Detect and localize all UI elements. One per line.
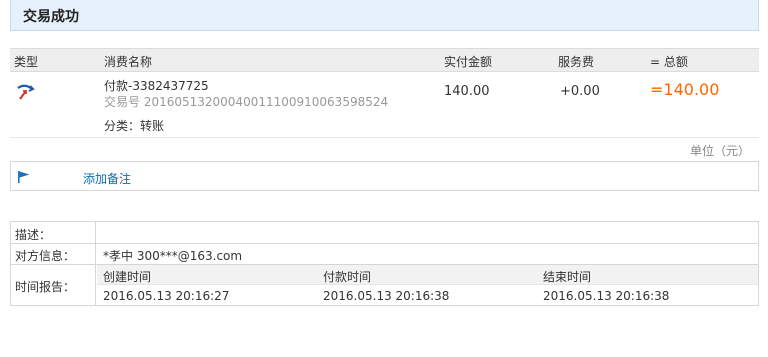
add-memo-link[interactable]: 添加备注 [83, 170, 131, 187]
created-time-value: 2016.05.13 20:16:27 [103, 289, 230, 303]
table-row: 付款-3382437725 交易号 2016051320004001110091… [10, 72, 759, 138]
end-time-value: 2016.05.13 20:16:38 [543, 289, 670, 303]
transfer-icon [17, 84, 35, 100]
time-report-label: 时间报告： [15, 280, 76, 294]
total-amount: =140.00 [650, 80, 720, 99]
counterparty-label: 对方信息： [15, 249, 76, 263]
unit-note: 单位（元） [689, 144, 750, 158]
header-name: 消费名称 [104, 55, 153, 69]
paid-time-header: 付款时间 [323, 270, 372, 284]
payment-name: 付款-3382437725 [104, 79, 209, 93]
detail-table: 描述： 对方信息： *孝中 300***@163.com 时间报告： 创建时间 … [10, 221, 759, 306]
paid-time-value: 2016.05.13 20:16:38 [323, 289, 450, 303]
end-time-header: 结束时间 [543, 270, 592, 284]
time-subheader: 创建时间 付款时间 结束时间 [97, 265, 758, 285]
memo-bar: 添加备注 [10, 161, 759, 191]
counterparty-value: *孝中 300***@163.com [103, 249, 243, 263]
service-fee: +0.00 [560, 84, 600, 99]
header-fee: 服务费 [558, 55, 595, 69]
header-total: = 总额 [650, 55, 688, 69]
status-banner: 交易成功 [10, 0, 759, 31]
header-type: 类型 [14, 55, 39, 69]
table-header: 类型 消费名称 实付金额 服务费 = 总额 [10, 48, 759, 72]
description-label: 描述： [15, 228, 52, 242]
trade-number: 交易号 2016051320004001110091006359852​4 [104, 95, 389, 109]
page-title: 交易成功 [23, 9, 79, 25]
created-time-header: 创建时间 [103, 270, 152, 284]
paid-amount: 140.00 [444, 84, 490, 99]
flag-icon [18, 171, 30, 183]
category-label: 分类：转账 [104, 119, 165, 133]
header-paid: 实付金额 [444, 55, 493, 69]
divider [11, 243, 758, 244]
